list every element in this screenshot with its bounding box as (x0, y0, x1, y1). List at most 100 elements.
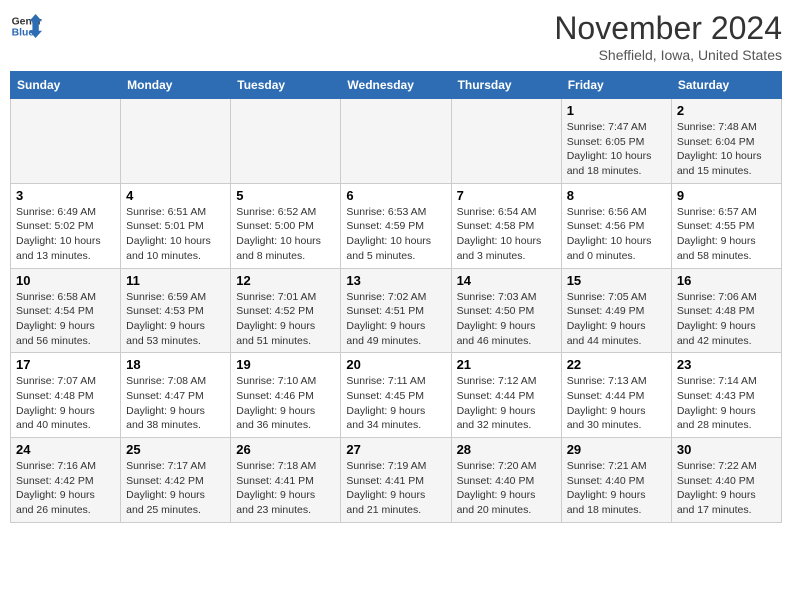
day-number: 14 (457, 273, 556, 288)
header-saturday: Saturday (671, 72, 781, 99)
calendar-cell (121, 99, 231, 184)
calendar-cell: 25Sunrise: 7:17 AM Sunset: 4:42 PM Dayli… (121, 438, 231, 523)
day-number: 27 (346, 442, 445, 457)
day-info: Sunrise: 6:57 AM Sunset: 4:55 PM Dayligh… (677, 205, 776, 264)
day-info: Sunrise: 7:14 AM Sunset: 4:43 PM Dayligh… (677, 374, 776, 433)
day-number: 18 (126, 357, 225, 372)
day-info: Sunrise: 6:58 AM Sunset: 4:54 PM Dayligh… (16, 290, 115, 349)
day-number: 15 (567, 273, 666, 288)
day-info: Sunrise: 6:52 AM Sunset: 5:00 PM Dayligh… (236, 205, 335, 264)
day-info: Sunrise: 7:19 AM Sunset: 4:41 PM Dayligh… (346, 459, 445, 518)
day-number: 5 (236, 188, 335, 203)
calendar-cell: 4 Sunrise: 6:51 AM Sunset: 5:01 PM Daylig… (121, 183, 231, 268)
day-number: 8 (567, 188, 666, 203)
day-info: Sunrise: 7:13 AM Sunset: 4:44 PM Dayligh… (567, 374, 666, 433)
calendar-cell: 23 Sunrise: 7:14 AM Sunset: 4:43 PM Dayli… (671, 353, 781, 438)
page-header: General Blue November 2024 Sheffield, Io… (10, 10, 782, 63)
calendar-table: Sunday Monday Tuesday Wednesday Thursday… (10, 71, 782, 523)
day-info: Sunrise: 7:18 AM Sunset: 4:41 PM Dayligh… (236, 459, 335, 518)
day-number: 22 (567, 357, 666, 372)
day-info: Sunrise: 7:10 AM Sunset: 4:46 PM Dayligh… (236, 374, 335, 433)
calendar-cell: 10 Sunrise: 6:58 AM Sunset: 4:54 PM Dayli… (11, 268, 121, 353)
header-thursday: Thursday (451, 72, 561, 99)
calendar-cell: 5 Sunrise: 6:52 AM Sunset: 5:00 PM Daylig… (231, 183, 341, 268)
day-number: 25 (126, 442, 225, 457)
header-friday: Friday (561, 72, 671, 99)
day-info: Sunrise: 6:56 AM Sunset: 4:56 PM Dayligh… (567, 205, 666, 264)
calendar-cell: 18Sunrise: 7:08 AM Sunset: 4:47 PM Dayli… (121, 353, 231, 438)
calendar-cell: 9 Sunrise: 6:57 AM Sunset: 4:55 PM Daylig… (671, 183, 781, 268)
day-number: 7 (457, 188, 556, 203)
calendar-cell: 15 Sunrise: 7:05 AM Sunset: 4:49 PM Dayli… (561, 268, 671, 353)
calendar-cell (341, 99, 451, 184)
logo: General Blue (10, 10, 42, 42)
calendar-cell: 3Sunrise: 6:49 AM Sunset: 5:02 PM Daylig… (11, 183, 121, 268)
calendar-cell: 24 Sunrise: 7:16 AM Sunset: 4:42 PM Dayli… (11, 438, 121, 523)
header-monday: Monday (121, 72, 231, 99)
day-number: 17 (16, 357, 115, 372)
day-info: Sunrise: 7:12 AM Sunset: 4:44 PM Dayligh… (457, 374, 556, 433)
day-info: Sunrise: 7:03 AM Sunset: 4:50 PM Dayligh… (457, 290, 556, 349)
day-number: 4 (126, 188, 225, 203)
header-wednesday: Wednesday (341, 72, 451, 99)
day-number: 21 (457, 357, 556, 372)
calendar-cell: 6 Sunrise: 6:53 AM Sunset: 4:59 PM Daylig… (341, 183, 451, 268)
day-number: 26 (236, 442, 335, 457)
calendar-cell: 19 Sunrise: 7:10 AM Sunset: 4:46 PM Dayli… (231, 353, 341, 438)
calendar-cell: 28 Sunrise: 7:20 AM Sunset: 4:40 PM Dayli… (451, 438, 561, 523)
day-info: Sunrise: 6:59 AM Sunset: 4:53 PM Dayligh… (126, 290, 225, 349)
month-title: November 2024 (554, 10, 782, 47)
calendar-cell: 26 Sunrise: 7:18 AM Sunset: 4:41 PM Dayli… (231, 438, 341, 523)
title-area: November 2024 Sheffield, Iowa, United St… (554, 10, 782, 63)
calendar-cell: 13 Sunrise: 7:02 AM Sunset: 4:51 PM Dayli… (341, 268, 451, 353)
calendar-body: 1 Sunrise: 7:47 AM Sunset: 6:05 PM Daylig… (11, 99, 782, 523)
day-info: Sunrise: 7:05 AM Sunset: 4:49 PM Dayligh… (567, 290, 666, 349)
calendar-cell: 22 Sunrise: 7:13 AM Sunset: 4:44 PM Dayli… (561, 353, 671, 438)
day-number: 2 (677, 103, 776, 118)
day-info: Sunrise: 6:53 AM Sunset: 4:59 PM Dayligh… (346, 205, 445, 264)
day-number: 1 (567, 103, 666, 118)
day-number: 19 (236, 357, 335, 372)
calendar-cell: 30Sunrise: 7:22 AM Sunset: 4:40 PM Dayli… (671, 438, 781, 523)
calendar-cell: 20Sunrise: 7:11 AM Sunset: 4:45 PM Dayli… (341, 353, 451, 438)
location-subtitle: Sheffield, Iowa, United States (554, 47, 782, 63)
logo-icon: General Blue (10, 10, 42, 42)
calendar-cell: 16Sunrise: 7:06 AM Sunset: 4:48 PM Dayli… (671, 268, 781, 353)
day-number: 23 (677, 357, 776, 372)
calendar-cell: 11 Sunrise: 6:59 AM Sunset: 4:53 PM Dayli… (121, 268, 231, 353)
header-tuesday: Tuesday (231, 72, 341, 99)
header-sunday: Sunday (11, 72, 121, 99)
day-info: Sunrise: 7:16 AM Sunset: 4:42 PM Dayligh… (16, 459, 115, 518)
day-number: 24 (16, 442, 115, 457)
day-number: 9 (677, 188, 776, 203)
day-info: Sunrise: 6:49 AM Sunset: 5:02 PM Dayligh… (16, 205, 115, 264)
day-number: 16 (677, 273, 776, 288)
calendar-header: Sunday Monday Tuesday Wednesday Thursday… (11, 72, 782, 99)
day-info: Sunrise: 6:51 AM Sunset: 5:01 PM Dayligh… (126, 205, 225, 264)
day-info: Sunrise: 7:47 AM Sunset: 6:05 PM Dayligh… (567, 120, 666, 179)
day-number: 20 (346, 357, 445, 372)
day-info: Sunrise: 7:02 AM Sunset: 4:51 PM Dayligh… (346, 290, 445, 349)
calendar-cell (451, 99, 561, 184)
day-info: Sunrise: 7:22 AM Sunset: 4:40 PM Dayligh… (677, 459, 776, 518)
day-info: Sunrise: 7:21 AM Sunset: 4:40 PM Dayligh… (567, 459, 666, 518)
calendar-cell: 27 Sunrise: 7:19 AM Sunset: 4:41 PM Dayli… (341, 438, 451, 523)
calendar-cell (231, 99, 341, 184)
calendar-cell: 2 Sunrise: 7:48 AM Sunset: 6:04 PM Daylig… (671, 99, 781, 184)
svg-text:Blue: Blue (12, 28, 35, 39)
calendar-cell: 21 Sunrise: 7:12 AM Sunset: 4:44 PM Dayli… (451, 353, 561, 438)
day-info: Sunrise: 7:01 AM Sunset: 4:52 PM Dayligh… (236, 290, 335, 349)
calendar-cell: 14 Sunrise: 7:03 AM Sunset: 4:50 PM Dayli… (451, 268, 561, 353)
day-number: 6 (346, 188, 445, 203)
day-number: 11 (126, 273, 225, 288)
calendar-cell: 7 Sunrise: 6:54 AM Sunset: 4:58 PM Daylig… (451, 183, 561, 268)
day-number: 10 (16, 273, 115, 288)
day-number: 13 (346, 273, 445, 288)
day-info: Sunrise: 6:54 AM Sunset: 4:58 PM Dayligh… (457, 205, 556, 264)
day-info: Sunrise: 7:07 AM Sunset: 4:48 PM Dayligh… (16, 374, 115, 433)
day-info: Sunrise: 7:48 AM Sunset: 6:04 PM Dayligh… (677, 120, 776, 179)
calendar-cell: 8 Sunrise: 6:56 AM Sunset: 4:56 PM Daylig… (561, 183, 671, 268)
day-number: 28 (457, 442, 556, 457)
day-info: Sunrise: 7:20 AM Sunset: 4:40 PM Dayligh… (457, 459, 556, 518)
calendar-cell (11, 99, 121, 184)
